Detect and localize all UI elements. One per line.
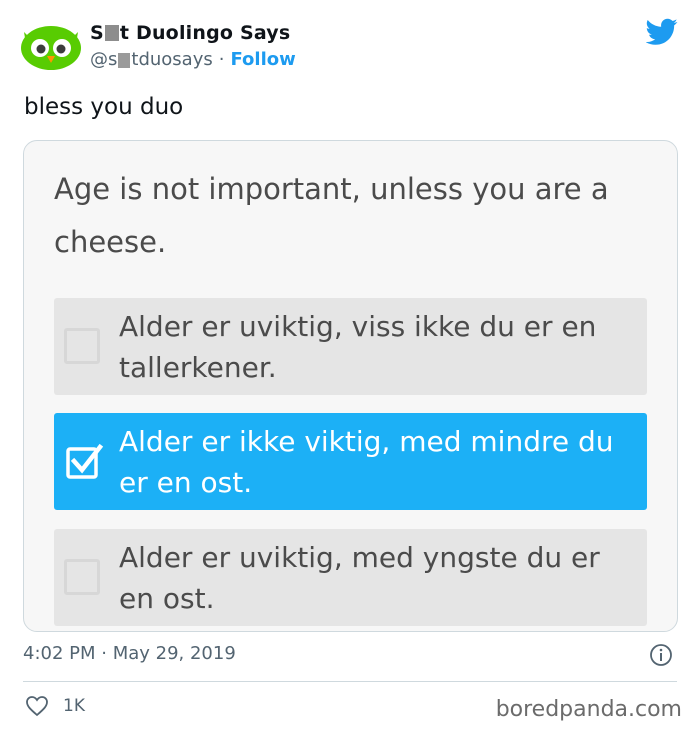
checkmark-icon[interactable] xyxy=(66,443,104,481)
owl-avatar[interactable] xyxy=(20,18,82,74)
tweet-text: bless you duo xyxy=(24,94,184,120)
tweet-image-card[interactable]: Age is not important, unless you are a c… xyxy=(23,140,678,632)
heart-icon xyxy=(26,696,48,717)
answer-option-1[interactable]: Alder er uviktig, viss ikke du er en tal… xyxy=(54,298,647,395)
answer-option-text: Alder er uviktig, viss ikke du er en tal… xyxy=(119,310,597,384)
twitter-bird-icon[interactable] xyxy=(646,18,678,46)
checkbox-icon[interactable] xyxy=(64,328,100,364)
info-icon[interactable] xyxy=(649,643,673,667)
checkbox-icon[interactable] xyxy=(64,559,100,595)
tweet-header: St Duolingo Says @s tduosays · Follow xyxy=(20,18,680,78)
handle-start: @s xyxy=(90,49,118,70)
like-button[interactable]: 1K xyxy=(25,695,85,717)
handle-end: tduosays xyxy=(131,49,213,70)
user-handle[interactable]: @s tduosays xyxy=(90,49,213,70)
separator-dot: · xyxy=(218,49,225,70)
display-name-start: S xyxy=(90,22,104,44)
answer-option-2[interactable]: Alder er ikke viktig, med mindre du er e… xyxy=(54,413,647,510)
follow-button[interactable]: Follow xyxy=(230,49,295,70)
tweet-timestamp[interactable]: 4:02 PM · May 29, 2019 xyxy=(23,643,236,664)
display-name[interactable]: St Duolingo Says xyxy=(90,22,296,44)
divider xyxy=(23,681,677,682)
watermark-text: boredpanda.com xyxy=(495,697,682,722)
answer-option-text: Alder er uviktig, med yngste du er en os… xyxy=(119,541,600,615)
redaction-block xyxy=(118,52,131,68)
display-name-end: t Duolingo Says xyxy=(119,22,291,44)
answer-option-3[interactable]: Alder er uviktig, med yngste du er en os… xyxy=(54,529,647,626)
like-count: 1K xyxy=(63,696,85,716)
redaction-block xyxy=(104,25,119,41)
answer-option-text: Alder er ikke viktig, med mindre du er e… xyxy=(119,425,614,499)
exercise-prompt: Age is not important, unless you are a c… xyxy=(54,172,609,259)
